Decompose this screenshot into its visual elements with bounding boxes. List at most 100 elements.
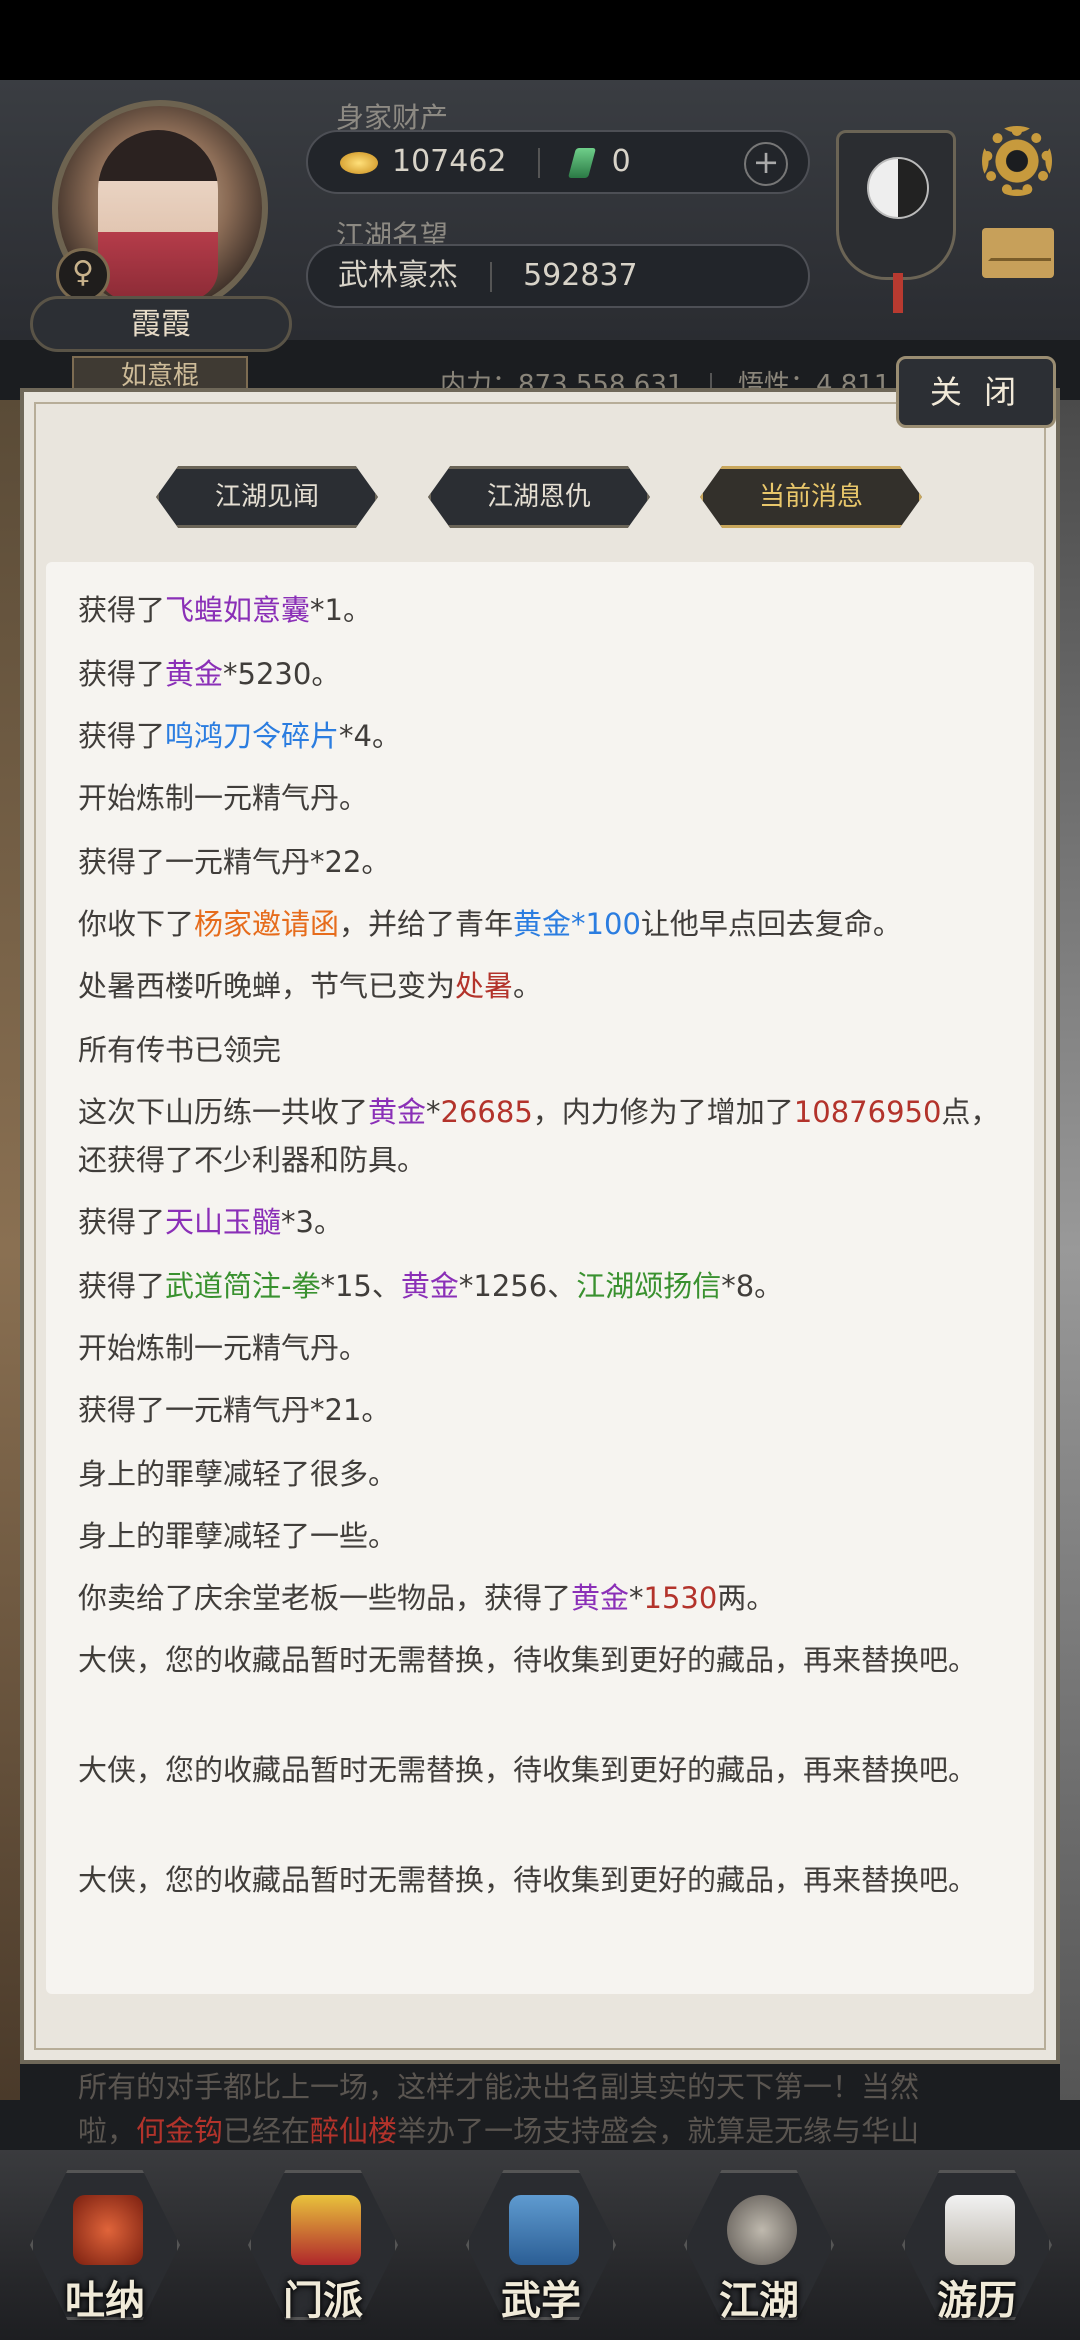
nav-label-tuna: 吐纳 — [65, 2278, 145, 2324]
message-text: 获得了 — [78, 657, 166, 691]
log-line: 处暑西楼听晚蝉，节气已变为处暑。 — [78, 962, 1008, 1010]
message-text: 大侠，您的收藏品暂时无需替换，待收集到更好的藏品，再来替换吧。 — [78, 1863, 978, 1897]
log-line: 所有传书已领完 — [78, 1026, 1008, 1074]
log-line: 身上的罪孽减轻了很多。 — [78, 1450, 1008, 1498]
message-text: *8。 — [721, 1269, 784, 1303]
highlighted-term: 黄金 — [165, 657, 224, 691]
yin-yang-icon — [867, 157, 929, 219]
highlighted-term: 黄金*100 — [513, 907, 641, 941]
divider — [538, 147, 541, 178]
message-text: 身上的罪孽减轻了很多。 — [78, 1457, 398, 1491]
rooster-icon — [73, 2195, 143, 2265]
nav-label-wuxue: 武学 — [501, 2278, 581, 2324]
log-line: 这次下山历练一共收了黄金*26685，内力修为了增加了10876950点，还获得… — [78, 1088, 1008, 1184]
message-text: 获得了 — [78, 593, 166, 627]
log-line: 你收下了杨家邀请函，并给了青年黄金*100让他早点回去复命。 — [78, 900, 1008, 948]
message-text: 两。 — [717, 1581, 776, 1615]
highlighted-term: 黄金 — [400, 1269, 459, 1303]
highlighted-term: 处暑 — [455, 969, 514, 1003]
message-text: 开始炼制一元精气丹。 — [78, 781, 369, 815]
log-line: 大侠，您的收藏品暂时无需替换，待收集到更好的藏品，再来替换吧。 — [78, 1636, 1008, 1684]
message-text: *4。 — [339, 719, 401, 753]
background-story-text: 所有的对手都比上一场，这样才能决出名副其实的天下第一！当然 — [78, 2064, 919, 2106]
add-currency-button[interactable]: + — [744, 142, 788, 186]
background-story-text: 啦，何金钩已经在醉仙楼举办了一场支持盛会，就算是无缘与华山 — [78, 2108, 919, 2150]
log-line: 获得了一元精气丹*21。 — [78, 1386, 1008, 1434]
log-line: 获得了黄金*5230。 — [78, 650, 1008, 698]
log-line: 开始炼制一元精气丹。 — [78, 1324, 1008, 1372]
gear-icon[interactable] — [982, 126, 1052, 196]
log-line: 获得了武道简注-拳*15、黄金*1256、江湖颂扬信*8。 — [78, 1262, 1008, 1310]
message-text: 。 — [513, 969, 543, 1003]
story-text-segment: 举办了一场支持盛会，就算是无缘与华山 — [397, 2114, 920, 2148]
highlighted-term: 26685 — [440, 1095, 533, 1129]
message-text: * — [629, 1581, 644, 1615]
mail-icon[interactable] — [982, 228, 1054, 278]
nav-label-menpai: 门派 — [283, 2278, 363, 2324]
avatar-portrait — [98, 130, 218, 300]
banner-icon — [291, 2195, 361, 2265]
reputation-value: 592837 — [523, 258, 638, 293]
background-scenery-right — [1060, 400, 1080, 2100]
message-text: *1。 — [310, 593, 372, 627]
log-line: 身上的罪孽减轻了一些。 — [78, 1512, 1008, 1560]
message-text: *15、 — [320, 1269, 401, 1303]
message-text: ，并给了青年 — [339, 907, 514, 941]
gold-amount: 107462 — [392, 144, 507, 179]
log-line: 大侠，您的收藏品暂时无需替换，待收集到更好的藏品，再来替换吧。 — [78, 1856, 1008, 1904]
story-text-segment: 啦， — [78, 2114, 137, 2148]
female-gender-icon: ♀ — [56, 248, 110, 302]
message-log[interactable]: 获得了飞蝗如意囊*1。 获得了黄金*5230。 获得了鸣鸿刀令碎片*4。 开始炼… — [46, 562, 1034, 1994]
log-line: 获得了飞蝗如意囊*1。 — [78, 586, 1008, 634]
message-text: *5230。 — [223, 657, 341, 691]
jade-ticket-icon — [567, 147, 596, 178]
tassel-decoration — [893, 273, 903, 313]
message-text: 处暑西楼听晚蝉，节气已变为 — [78, 969, 456, 1003]
message-text: * — [426, 1095, 441, 1129]
message-text: 这次下山历练一共收了 — [78, 1095, 369, 1129]
message-text: 获得了 — [78, 1205, 166, 1239]
message-text: 获得了一元精气丹*22。 — [78, 845, 391, 879]
message-text: 大侠，您的收藏品暂时无需替换，待收集到更好的藏品，再来替换吧。 — [78, 1643, 978, 1677]
taiji-badge[interactable] — [836, 130, 956, 313]
tab-jianghu-enchou[interactable]: 江湖恩仇 — [428, 466, 650, 528]
reputation-bar: 武林豪杰 592837 — [306, 244, 810, 308]
reputation-rank: 武林豪杰 — [338, 258, 458, 293]
log-line: 开始炼制一元精气丹。 — [78, 774, 1008, 822]
log-line: 大侠，您的收藏品暂时无需替换，待收集到更好的藏品，再来替换吧。 — [78, 1746, 1008, 1794]
message-text: 获得了 — [78, 719, 166, 753]
tab-jianghu-jianwen[interactable]: 江湖见闻 — [156, 466, 378, 528]
highlighted-term: 10876950 — [793, 1095, 942, 1129]
horse-icon — [945, 2195, 1015, 2265]
highlighted-term: 飞蝗如意囊 — [165, 593, 311, 627]
message-text: 获得了一元精气丹*21。 — [78, 1393, 391, 1427]
gold-ingot-icon — [340, 151, 378, 174]
message-text: 让他早点回去复命。 — [640, 907, 902, 941]
message-text: 获得了 — [78, 1269, 166, 1303]
message-text: 开始炼制一元精气丹。 — [78, 1331, 369, 1365]
log-line: 获得了天山玉髓*3。 — [78, 1198, 1008, 1246]
wealth-bar: 107462 0 — [306, 130, 810, 194]
highlighted-term: 鸣鸿刀令碎片 — [165, 719, 340, 753]
story-text-segment: 已经在 — [223, 2114, 311, 2148]
message-text: ，内力修为了增加了 — [532, 1095, 794, 1129]
highlighted-term: 天山玉髓 — [165, 1205, 282, 1239]
log-line: 获得了一元精气丹*22。 — [78, 838, 1008, 886]
story-place-highlight: 醉仙楼 — [310, 2114, 398, 2148]
tab-current-messages[interactable]: 当前消息 — [700, 466, 922, 528]
background-scenery-left — [0, 400, 20, 2100]
message-text: 你卖给了庆余堂老板一些物品，获得了 — [78, 1581, 572, 1615]
highlighted-term: 杨家邀请函 — [194, 907, 340, 941]
divider — [489, 261, 492, 292]
highlighted-term: 江湖颂扬信 — [576, 1269, 722, 1303]
message-text: 大侠，您的收藏品暂时无需替换，待收集到更好的藏品，再来替换吧。 — [78, 1753, 978, 1787]
jade-amount: 0 — [611, 144, 631, 179]
log-line: 获得了鸣鸿刀令碎片*4。 — [78, 712, 1008, 760]
message-text: *3。 — [281, 1205, 343, 1239]
message-text: 身上的罪孽减轻了一些。 — [78, 1519, 398, 1553]
nav-label-jianghu: 江湖 — [719, 2278, 799, 2324]
close-button[interactable]: 关 闭 — [896, 356, 1056, 428]
highlighted-term: 黄金 — [571, 1581, 630, 1615]
story-line-1: 所有的对手都比上一场，这样才能决出名副其实的天下第一！当然 — [78, 2070, 920, 2104]
status-bar — [0, 0, 1080, 80]
